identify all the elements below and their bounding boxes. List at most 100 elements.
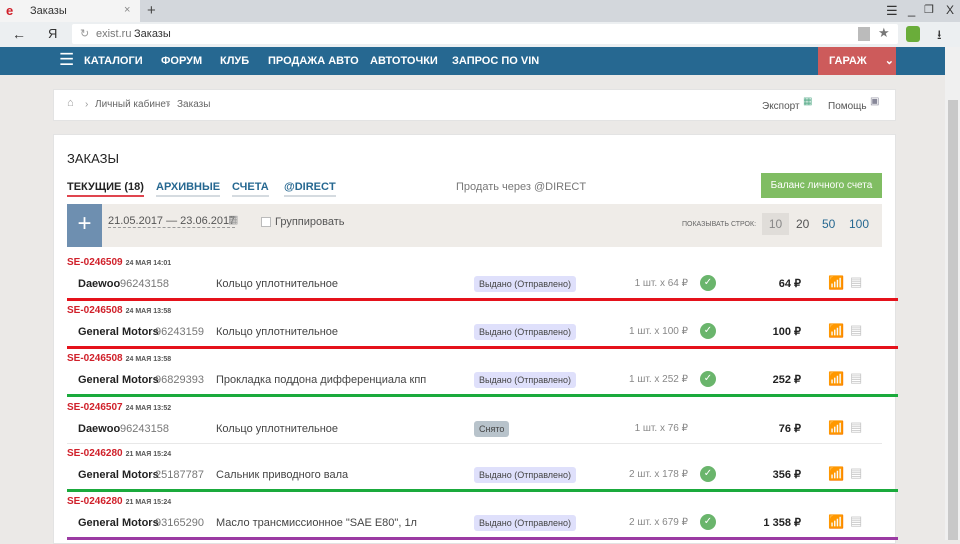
- yandex-icon[interactable]: Я: [48, 26, 57, 41]
- rows-option-100[interactable]: 100: [849, 217, 869, 231]
- help-link[interactable]: Помощь: [828, 101, 867, 112]
- row-underline: [67, 346, 898, 349]
- nav-forum[interactable]: ФОРУМ: [161, 47, 202, 75]
- rows-label: ПОКАЗЫВАТЬ СТРОК:: [682, 221, 757, 228]
- stats-icon[interactable]: 📶: [828, 371, 844, 387]
- close-window-icon[interactable]: X: [946, 3, 954, 17]
- part-number[interactable]: 96829393: [155, 374, 204, 386]
- note-icon[interactable]: ▤: [850, 513, 862, 529]
- hamburger-icon[interactable]: ☰: [59, 50, 74, 70]
- order-number[interactable]: SE-0246508 24 МАЯ 13:58: [67, 305, 171, 316]
- chevron-down-icon: ⌄: [884, 55, 894, 67]
- part-name: Кольцо уплотнительное: [216, 326, 339, 338]
- stats-icon[interactable]: 📶: [828, 466, 844, 482]
- status-badge: Выдано (Отправлено): [474, 276, 577, 292]
- stats-icon[interactable]: 📶: [828, 514, 844, 530]
- nav-car-sale[interactable]: ПРОДАЖА АВТО: [268, 47, 359, 75]
- group-label: Группировать: [275, 216, 345, 228]
- order-id: SE-0246508: [67, 353, 123, 364]
- nav-vin-request[interactable]: ЗАПРОС ПО VIN: [452, 47, 539, 75]
- note-icon[interactable]: ▤: [850, 322, 862, 338]
- back-icon[interactable]: ←: [12, 26, 26, 42]
- stats-icon[interactable]: 📶: [828, 420, 844, 436]
- url-input[interactable]: ↻ exist.ru Заказы ★: [72, 24, 898, 44]
- lock-icon[interactable]: [858, 27, 870, 41]
- calendar-icon[interactable]: ▦: [228, 213, 238, 226]
- tab-direct[interactable]: @DIRECT: [284, 181, 336, 197]
- order-number[interactable]: SE-0246280 21 МАЯ 15:24: [67, 496, 171, 507]
- order-number[interactable]: SE-0246509 24 МАЯ 14:01: [67, 257, 171, 268]
- sell-direct-link[interactable]: Продать через @DIRECT: [456, 181, 586, 193]
- quantity-price: 1 шт. x 100 ₽: [629, 326, 688, 337]
- brand: General Motors: [78, 374, 159, 386]
- bookmark-star-icon[interactable]: ★: [878, 25, 890, 41]
- check-icon: ✓: [700, 323, 716, 339]
- check-icon: ✓: [700, 275, 716, 291]
- export-link[interactable]: Экспорт: [762, 101, 800, 112]
- brand: General Motors: [78, 326, 159, 338]
- part-number[interactable]: 96243158: [120, 423, 169, 435]
- order-date: 24 МАЯ 13:58: [125, 308, 172, 315]
- stats-icon[interactable]: 📶: [828, 323, 844, 339]
- restore-icon[interactable]: ❐: [924, 3, 934, 16]
- rows-option-50[interactable]: 50: [822, 217, 835, 231]
- garage-button[interactable]: ГАРАЖ ⌄: [818, 47, 896, 75]
- menu-icon[interactable]: ☰: [886, 3, 898, 19]
- tab-title: Заказы: [30, 5, 67, 17]
- add-order-button[interactable]: +: [67, 204, 102, 247]
- order-number[interactable]: SE-0246508 24 МАЯ 13:58: [67, 353, 171, 364]
- brand: General Motors: [78, 517, 159, 529]
- brand: General Motors: [78, 469, 159, 481]
- site-favicon-icon: e: [6, 3, 14, 18]
- order-number[interactable]: SE-0246280 21 МАЯ 15:24: [67, 448, 171, 459]
- url-domain: exist.ru: [96, 28, 132, 40]
- nav-autopoints[interactable]: АВТОТОЧКИ: [370, 47, 438, 75]
- breadcrumb-cabinet[interactable]: Личный кабинет: [95, 99, 170, 110]
- group-checkbox[interactable]: [261, 217, 271, 227]
- part-number[interactable]: 93165290: [155, 517, 204, 529]
- order-id: SE-0246507: [67, 402, 123, 413]
- part-number[interactable]: 96243158: [120, 278, 169, 290]
- page-title: ЗАКАЗЫ: [67, 151, 119, 166]
- tab-current[interactable]: ТЕКУЩИЕ (18): [67, 181, 144, 197]
- note-icon[interactable]: ▤: [850, 465, 862, 481]
- url-title: Заказы: [134, 28, 171, 40]
- nav-club[interactable]: КЛУБ: [220, 47, 249, 75]
- help-icon: ▣: [870, 96, 880, 107]
- note-icon[interactable]: ▤: [850, 419, 862, 435]
- check-icon: ✓: [700, 371, 716, 387]
- extension-icon[interactable]: [906, 26, 920, 42]
- row-underline: [67, 489, 898, 492]
- breadcrumb-bar: ⌂ › Личный кабинет › Заказы Экспорт ▦ По…: [53, 89, 896, 121]
- part-number[interactable]: 25187787: [155, 469, 204, 481]
- total-price: 64 ₽: [778, 278, 801, 290]
- part-name: Кольцо уплотнительное: [216, 278, 339, 290]
- note-icon[interactable]: ▤: [850, 274, 862, 290]
- close-tab-icon[interactable]: ×: [124, 4, 130, 16]
- download-icon[interactable]: ⭳: [937, 26, 942, 48]
- part-name: Прокладка поддона дифференциала кпп: [216, 374, 427, 386]
- tab-invoices[interactable]: СЧЕТА: [232, 181, 269, 197]
- rows-option-10[interactable]: 10: [762, 213, 789, 235]
- quantity-price: 2 шт. x 178 ₽: [629, 469, 688, 480]
- minimize-icon[interactable]: _: [908, 2, 915, 17]
- note-icon[interactable]: ▤: [850, 370, 862, 386]
- browser-tab[interactable]: e Заказы ×: [0, 0, 140, 22]
- nav-catalogs[interactable]: КАТАЛОГИ: [84, 47, 143, 75]
- stats-icon[interactable]: 📶: [828, 275, 844, 291]
- part-number[interactable]: 96243159: [155, 326, 204, 338]
- rows-option-20[interactable]: 20: [796, 217, 809, 231]
- row-underline: [67, 298, 898, 301]
- total-price: 1 358 ₽: [763, 517, 801, 529]
- reload-icon[interactable]: ↻: [80, 27, 89, 40]
- order-number[interactable]: SE-0246507 24 МАЯ 13:52: [67, 402, 171, 413]
- excel-icon: ▦: [803, 96, 813, 107]
- brand: Daewoo: [78, 278, 121, 290]
- date-range-picker[interactable]: 21.05.2017 — 23.06.2017: [108, 215, 236, 228]
- tab-archive[interactable]: АРХИВНЫЕ: [156, 181, 221, 197]
- balance-button[interactable]: Баланс личного счета: [761, 173, 882, 198]
- scrollbar-thumb[interactable]: [948, 100, 958, 540]
- new-tab-icon[interactable]: +: [147, 2, 156, 19]
- home-icon[interactable]: ⌂: [67, 97, 74, 109]
- status-badge: Выдано (Отправлено): [474, 324, 577, 340]
